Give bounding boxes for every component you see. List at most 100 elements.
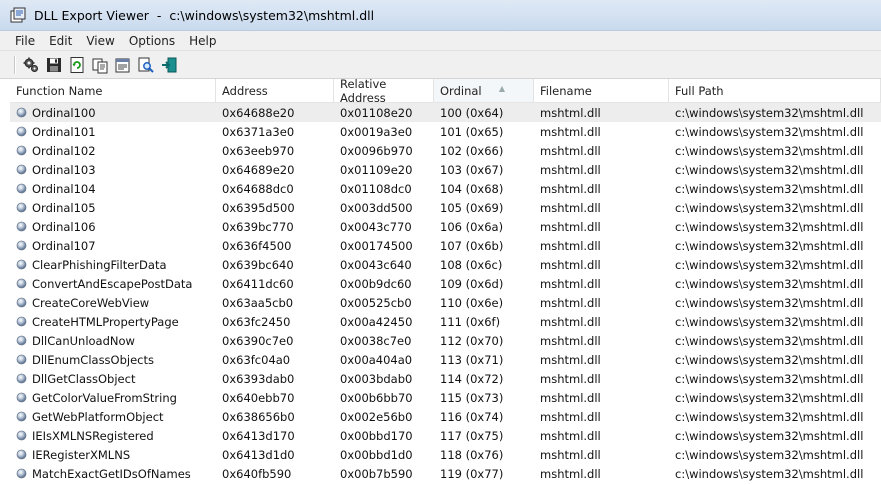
- table-row[interactable]: MatchExactGetIDsOfNames 0x640fb590 0x00b7b…: [10, 464, 881, 483]
- find-icon[interactable]: [135, 54, 156, 76]
- relative-address-cell: 0x00b6bb70: [340, 390, 413, 405]
- column-header-full-path[interactable]: Full Path: [669, 79, 881, 102]
- relative-address-cell: 0x00a404a0: [340, 352, 413, 367]
- function-name-cell: Ordinal100: [10, 106, 216, 120]
- table-row[interactable]: Ordinal101 0x6371a3e0 0x0019a3e0 101 (0x65)…: [10, 122, 881, 141]
- table-row[interactable]: Ordinal107 0x636f4500 0x00174500 107 (0x6b)…: [10, 236, 881, 255]
- table-row[interactable]: IERegisterXMLNS 0x6413d1d0 0x00bbd1d0 118 (…: [10, 445, 881, 464]
- full-path-cell: c:\windows\system32\mshtml.dll: [675, 428, 864, 443]
- export-function-icon: [16, 297, 27, 308]
- ordinal-cell: 118 (0x76): [440, 447, 504, 462]
- column-header-function-name[interactable]: Function Name: [10, 79, 216, 102]
- full-path-cell: c:\windows\system32\mshtml.dll: [675, 390, 864, 405]
- app-icon: [10, 7, 26, 23]
- relative-address-cell: 0x00a42450: [340, 314, 413, 329]
- full-path-cell: c:\windows\system32\mshtml.dll: [675, 314, 864, 329]
- filename-cell: mshtml.dll: [540, 352, 601, 367]
- full-path-cell: c:\windows\system32\mshtml.dll: [675, 409, 864, 424]
- full-path-cell: c:\windows\system32\mshtml.dll: [675, 219, 864, 234]
- table-row[interactable]: IEIsXMLNSRegistered 0x6413d170 0x00bbd170 1…: [10, 426, 881, 445]
- function-name-text: Ordinal106: [32, 219, 96, 234]
- table-row[interactable]: Ordinal102 0x63eeb970 0x0096b970 102 (0x66)…: [10, 141, 881, 160]
- filename-cell: mshtml.dll: [540, 314, 601, 329]
- function-name-cell: MatchExactGetIDsOfNames: [10, 467, 216, 481]
- menu-help[interactable]: Help: [182, 34, 223, 48]
- column-header-ordinal[interactable]: Ordinal ▲: [434, 79, 534, 102]
- relative-address-cell: 0x0019a3e0: [340, 124, 413, 139]
- function-name-cell: ClearPhishingFilterData: [10, 258, 216, 272]
- list-header: Function Name Address Relative Address O…: [10, 79, 881, 105]
- address-cell: 0x636f4500: [222, 238, 292, 253]
- table-row[interactable]: Ordinal104 0x64688dc0 0x01108dc0 104 (0x68)…: [10, 179, 881, 198]
- export-function-icon: [16, 278, 27, 289]
- ordinal-cell: 113 (0x71): [440, 352, 504, 367]
- ordinal-cell: 116 (0x74): [440, 409, 504, 424]
- table-row[interactable]: Ordinal106 0x639bc770 0x0043c770 106 (0x6a)…: [10, 217, 881, 236]
- title-bar[interactable]: DLL Export Viewer - c:\windows\system32\…: [0, 0, 881, 31]
- filename-cell: mshtml.dll: [540, 143, 601, 158]
- table-row[interactable]: CreateHTMLPropertyPage 0x63fc2450 0x00a424…: [10, 312, 881, 331]
- ordinal-cell: 110 (0x6e): [440, 295, 504, 310]
- menu-edit[interactable]: Edit: [42, 34, 79, 48]
- function-name-text: Ordinal100: [32, 105, 96, 120]
- filename-cell: mshtml.dll: [540, 105, 601, 120]
- ordinal-cell: 100 (0x64): [440, 105, 504, 120]
- table-row[interactable]: DllCanUnloadNow 0x6390c7e0 0x0038c7e0 112 (…: [10, 331, 881, 350]
- filename-cell: mshtml.dll: [540, 295, 601, 310]
- table-row[interactable]: Ordinal100 0x64688e20 0x01108e20 100 (0x64)…: [10, 103, 881, 122]
- function-name-cell: CreateCoreWebView: [10, 296, 216, 310]
- ordinal-cell: 119 (0x77): [440, 466, 504, 481]
- function-name-text: DllEnumClassObjects: [32, 352, 154, 367]
- function-name-cell: GetColorValueFromString: [10, 391, 216, 405]
- table-row[interactable]: Ordinal105 0x6395d500 0x003dd500 105 (0x69)…: [10, 198, 881, 217]
- export-function-icon: [16, 145, 27, 156]
- menu-options[interactable]: Options: [122, 34, 182, 48]
- column-header-address[interactable]: Address: [216, 79, 334, 102]
- filename-cell: mshtml.dll: [540, 124, 601, 139]
- properties-gear-icon[interactable]: [20, 54, 41, 76]
- filename-cell: mshtml.dll: [540, 466, 601, 481]
- function-name-cell: Ordinal107: [10, 239, 216, 253]
- full-path-cell: c:\windows\system32\mshtml.dll: [675, 352, 864, 367]
- table-row[interactable]: DllGetClassObject 0x6393dab0 0x003bdab0 114…: [10, 369, 881, 388]
- save-icon[interactable]: [43, 54, 64, 76]
- menu-view[interactable]: View: [79, 34, 121, 48]
- table-row[interactable]: ClearPhishingFilterData 0x639bc640 0x0043c…: [10, 255, 881, 274]
- sort-ascending-icon: ▲: [498, 84, 505, 93]
- function-name-cell: Ordinal105: [10, 201, 216, 215]
- list-rows: Ordinal100 0x64688e20 0x01108e20 100 (0x64)…: [10, 103, 881, 483]
- address-cell: 0x64688dc0: [222, 181, 294, 196]
- address-cell: 0x639bc770: [222, 219, 294, 234]
- full-path-cell: c:\windows\system32\mshtml.dll: [675, 162, 864, 177]
- table-row[interactable]: GetWebPlatformObject 0x638656b0 0x002e56b0…: [10, 407, 881, 426]
- full-path-cell: c:\windows\system32\mshtml.dll: [675, 295, 864, 310]
- ordinal-cell: 105 (0x69): [440, 200, 504, 215]
- export-list[interactable]: Function Name Address Relative Address O…: [10, 79, 881, 485]
- copy-icon[interactable]: [89, 54, 110, 76]
- column-header-relative-address[interactable]: Relative Address: [334, 79, 434, 105]
- exit-icon[interactable]: [158, 54, 179, 76]
- address-cell: 0x64688e20: [222, 105, 295, 120]
- column-header-filename[interactable]: Filename: [534, 79, 669, 102]
- address-cell: 0x6393dab0: [222, 371, 295, 386]
- table-row[interactable]: ConvertAndEscapePostData 0x6411dc60 0x00b9…: [10, 274, 881, 293]
- export-function-icon: [16, 107, 27, 118]
- ordinal-cell: 111 (0x6f): [440, 314, 501, 329]
- refresh-icon[interactable]: [66, 54, 87, 76]
- function-name-text: IERegisterXMLNS: [32, 447, 131, 462]
- address-cell: 0x64689e20: [222, 162, 295, 177]
- toolbar: [0, 51, 881, 79]
- function-name-cell: DllEnumClassObjects: [10, 353, 216, 367]
- table-row[interactable]: CreateCoreWebView 0x63aa5cb0 0x00525cb0 110…: [10, 293, 881, 312]
- html-report-icon[interactable]: [112, 54, 133, 76]
- address-cell: 0x63eeb970: [222, 143, 295, 158]
- menu-file[interactable]: File: [8, 34, 42, 48]
- address-cell: 0x6390c7e0: [222, 333, 294, 348]
- table-row[interactable]: Ordinal103 0x64689e20 0x01109e20 103 (0x67)…: [10, 160, 881, 179]
- table-row[interactable]: DllEnumClassObjects 0x63fc04a0 0x00a404a0 1…: [10, 350, 881, 369]
- filename-cell: mshtml.dll: [540, 409, 601, 424]
- address-cell: 0x6413d1d0: [222, 447, 295, 462]
- function-name-text: Ordinal102: [32, 143, 96, 158]
- table-row[interactable]: GetColorValueFromString 0x640ebb70 0x00b6b…: [10, 388, 881, 407]
- function-name-cell: Ordinal103: [10, 163, 216, 177]
